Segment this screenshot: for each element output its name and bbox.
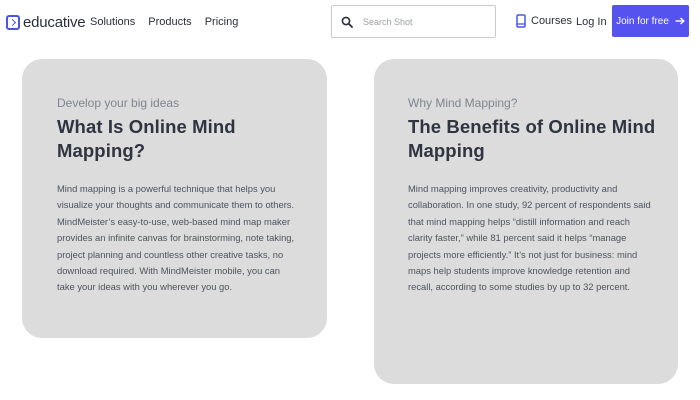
login-link[interactable]: Log In [576,16,607,28]
book-icon [516,14,526,28]
search-icon [341,16,353,28]
educative-logo[interactable]: educative [6,12,86,32]
card-eyebrow: Why Mind Mapping? [408,96,518,110]
join-button-label: Join for free [616,15,669,27]
search-input[interactable] [361,15,485,28]
nav-solutions[interactable]: Solutions [90,16,135,28]
top-navigation-bar: educative Solutions Products Pricing Cou… [0,0,700,44]
card-body: Mind mapping is a powerful technique tha… [57,183,295,293]
info-card-what-is-mind-mapping: Develop your big ideas What Is Online Mi… [22,59,327,338]
logo-text: educative [23,13,86,31]
join-for-free-button[interactable]: Join for free [612,5,689,37]
search-box[interactable] [331,5,496,38]
nav-pricing[interactable]: Pricing [205,16,239,28]
arrow-right-icon [675,17,685,25]
nav-products[interactable]: Products [148,16,191,28]
courses-label: Courses [531,15,572,27]
card-title: The Benefits of Online Mind Mapping [408,116,656,161]
card-title: What Is Online Mind Mapping? [57,116,236,161]
card-eyebrow: Develop your big ideas [57,96,180,110]
card-body: Mind mapping improves creativity, produc… [408,183,651,293]
info-card-benefits: Why Mind Mapping? The Benefits of Online… [374,59,678,384]
main-nav: Solutions Products Pricing [90,16,238,28]
courses-link[interactable]: Courses [516,14,572,28]
educative-logo-icon [6,14,20,30]
